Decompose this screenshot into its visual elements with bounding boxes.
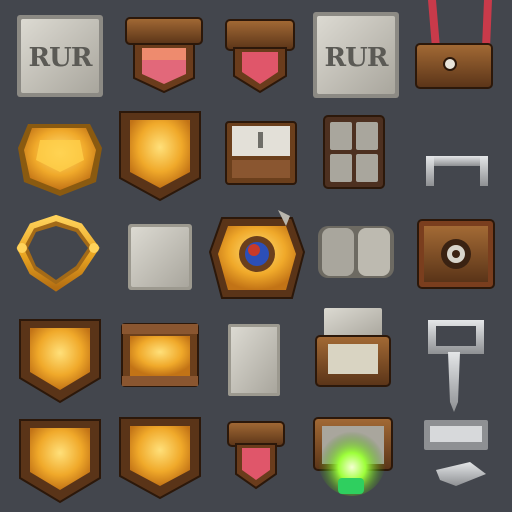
stone-square-tile-icon [128, 224, 192, 290]
gold-shield-icon [19, 319, 101, 404]
wooden-gold-shield-icon [119, 417, 201, 500]
wooden-banner-red-small-icon [227, 421, 285, 490]
stone-scroll-panel-icon [318, 226, 394, 278]
gold-ornate-ring-frame-icon [16, 214, 100, 292]
wooden-gold-shield-icon [119, 111, 201, 202]
gold-shield-icon [19, 419, 101, 504]
gold-chest-panel-icon [121, 323, 199, 387]
wooden-ring-sign-icon [417, 219, 495, 289]
gold-shield-badge-icon [18, 124, 102, 196]
sprite-sheet: RUR RUR [0, 0, 512, 512]
steel-post-icon [428, 320, 484, 412]
stone-tile-text: RUR [29, 43, 93, 73]
stone-wood-crate-icon [315, 308, 391, 387]
sprite-sheet-canvas: RUR RUR [16, 0, 495, 504]
steel-bracket-icon [426, 156, 488, 186]
green-glow-chest-icon [313, 417, 393, 496]
stone-slab-icon [228, 324, 280, 396]
wooden-banner-red-small-icon [225, 19, 295, 94]
wooden-frame-stone-panel-icon [225, 121, 297, 185]
wooden-banner-red-icon [125, 17, 203, 94]
stone-tile-text: RUR [325, 43, 389, 73]
wooden-gem-emblem-icon [208, 210, 306, 299]
steel-plates-icon [424, 420, 488, 486]
stone-label-tile-icon: RUR [313, 12, 399, 98]
wooden-sign-red-strap-icon [415, 0, 493, 89]
stone-label-tile-icon: RUR [17, 15, 103, 97]
stone-grid-window-icon [323, 115, 385, 189]
